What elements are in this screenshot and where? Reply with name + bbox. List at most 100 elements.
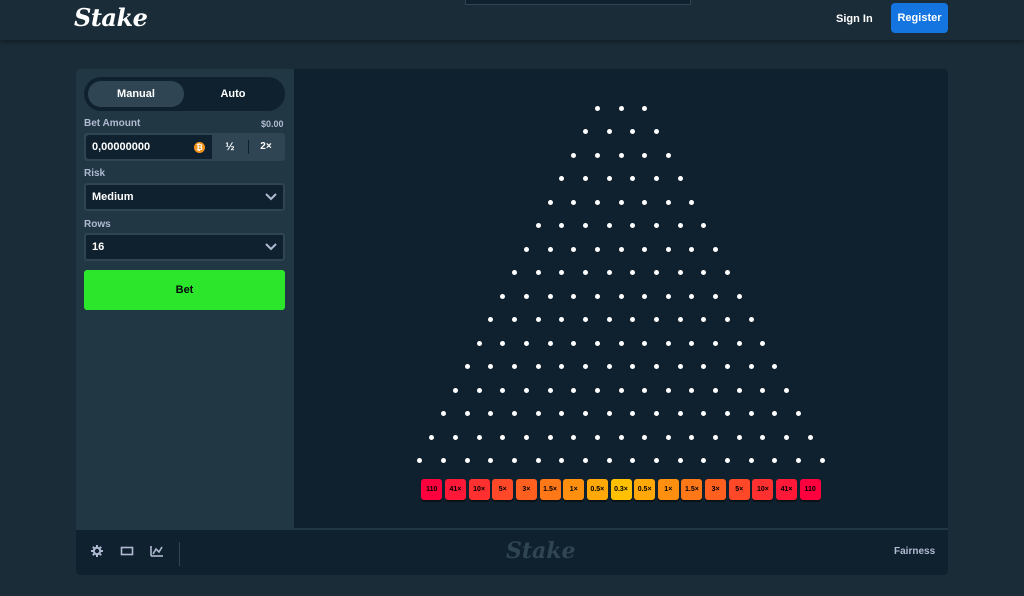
register-button[interactable]: Register — [891, 3, 948, 33]
peg — [523, 293, 529, 299]
tab-auto[interactable]: Auto — [185, 81, 281, 107]
peg — [677, 364, 683, 369]
peg — [819, 458, 825, 463]
peg — [429, 434, 435, 440]
peg — [630, 411, 636, 416]
peg — [594, 387, 600, 393]
footer-divider — [179, 542, 180, 566]
sign-in-button[interactable]: Sign In — [836, 9, 873, 29]
half-bet-button[interactable]: ½ — [212, 135, 248, 159]
peg — [642, 105, 648, 111]
peg — [748, 411, 754, 416]
peg — [724, 270, 730, 275]
peg — [512, 411, 518, 416]
double-bet-button[interactable]: 2× — [249, 135, 283, 159]
peg — [665, 340, 671, 346]
peg — [512, 270, 518, 275]
peg — [571, 293, 577, 299]
multiplier-bucket: 3× — [515, 479, 537, 500]
peg — [500, 434, 506, 440]
peg — [701, 411, 707, 416]
stats-icon[interactable] — [150, 544, 164, 558]
peg — [642, 293, 648, 299]
multiplier-bucket: 41× — [444, 479, 466, 500]
bet-amount-input[interactable]: 0,00000000 ₿ — [86, 135, 212, 159]
peg — [476, 387, 482, 393]
multiplier-bucket: 0.5× — [586, 479, 608, 500]
peg — [653, 176, 659, 181]
peg — [760, 434, 766, 440]
peg — [441, 458, 447, 463]
multiplier-bucket: 110 — [799, 479, 821, 500]
theatre-mode-icon[interactable] — [120, 544, 134, 558]
peg — [583, 317, 589, 322]
multiplier-bucket: 5× — [728, 479, 750, 500]
multiplier-bucket: 1.5× — [681, 479, 703, 500]
peg — [630, 458, 636, 463]
peg — [665, 387, 671, 393]
peg — [559, 364, 565, 369]
peg — [500, 340, 506, 346]
peg — [713, 434, 719, 440]
multiplier-bucket: 1× — [657, 479, 679, 500]
peg — [689, 246, 695, 252]
peg — [512, 458, 518, 463]
peg — [500, 387, 506, 393]
chevron-down-icon — [265, 243, 277, 251]
peg — [618, 246, 624, 252]
peg — [606, 129, 612, 134]
bet-controls-sidebar: Manual Auto Bet Amount $0.00 0,00000000 … — [76, 69, 294, 528]
peg — [606, 270, 612, 275]
peg — [795, 458, 801, 463]
multiplier-bucket: 10× — [468, 479, 490, 500]
peg — [535, 270, 541, 275]
peg — [594, 152, 600, 158]
risk-select[interactable]: Medium — [84, 183, 285, 211]
top-bar: Stake Sign In Register — [0, 0, 1024, 40]
peg — [594, 105, 600, 111]
peg — [559, 270, 565, 275]
fairness-button[interactable]: Fairness — [894, 546, 935, 557]
stake-logo[interactable]: Stake — [74, 3, 148, 32]
peg — [547, 340, 553, 346]
peg — [713, 246, 719, 252]
peg — [760, 387, 766, 393]
peg — [677, 223, 683, 228]
risk-label: Risk — [84, 168, 106, 179]
peg — [772, 458, 778, 463]
peg — [618, 199, 624, 205]
peg — [488, 317, 494, 322]
tab-manual[interactable]: Manual — [88, 81, 184, 107]
peg — [547, 199, 553, 205]
peg — [594, 340, 600, 346]
peg — [736, 434, 742, 440]
peg — [523, 387, 529, 393]
peg — [653, 129, 659, 134]
bet-button[interactable]: Bet — [84, 270, 285, 310]
peg — [559, 223, 565, 228]
peg — [665, 152, 671, 158]
settings-icon[interactable] — [90, 544, 104, 558]
peg — [452, 434, 458, 440]
multiplier-bucket: 0.5× — [634, 479, 656, 500]
peg — [488, 411, 494, 416]
peg — [665, 246, 671, 252]
stake-watermark: Stake — [506, 538, 576, 564]
peg — [653, 411, 659, 416]
peg — [630, 129, 636, 134]
peg — [618, 340, 624, 346]
peg — [630, 270, 636, 275]
peg — [713, 340, 719, 346]
peg — [464, 364, 470, 369]
peg — [772, 364, 778, 369]
peg — [772, 411, 778, 416]
peg — [535, 458, 541, 463]
rows-select[interactable]: 16 — [84, 233, 285, 261]
peg — [736, 340, 742, 346]
peg — [606, 411, 612, 416]
multiplier-bucket: 0.3× — [610, 479, 632, 500]
peg — [547, 434, 553, 440]
peg — [630, 176, 636, 181]
peg — [760, 340, 766, 346]
peg — [606, 317, 612, 322]
